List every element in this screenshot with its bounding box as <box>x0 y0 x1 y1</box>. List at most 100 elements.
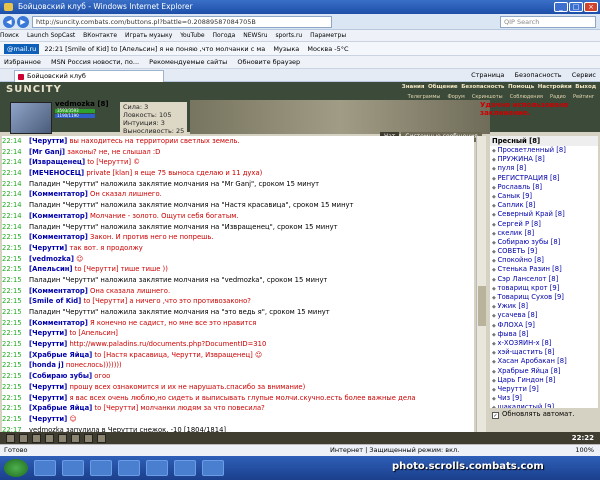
chat-timestamp[interactable]: 22:15 <box>2 403 29 414</box>
toolbar-item[interactable]: Поиск <box>0 32 19 39</box>
taskbar-icon[interactable] <box>202 460 224 476</box>
player-nick[interactable]: vedmozka [8] <box>55 100 109 108</box>
menu-item[interactable]: Знания <box>402 84 425 94</box>
chat-nick[interactable]: [МЕЧЕНОСЕЦ] <box>29 169 84 177</box>
chat-nick[interactable]: [Извращенец] <box>29 158 85 166</box>
user-list-item[interactable]: Сэр Ланселот [8] <box>490 275 598 284</box>
chat-nick[interactable]: [Комментатор] <box>29 287 88 295</box>
taskbar-icon[interactable] <box>34 460 56 476</box>
menu-item[interactable]: Безопасность <box>461 84 504 94</box>
start-button[interactable] <box>4 459 28 477</box>
chat-nick[interactable]: [Апельсин] <box>29 265 73 273</box>
chat-nick[interactable]: [Собираю зубы] <box>29 372 92 380</box>
chat-timestamp[interactable]: 22:15 <box>2 318 29 329</box>
user-list-item[interactable]: Собираю зубы [8] <box>490 238 598 247</box>
chat-timestamp[interactable]: 22:15 <box>2 264 29 275</box>
user-list-item[interactable]: Чиз [9] <box>490 394 598 403</box>
user-list-item[interactable]: усачева [8] <box>490 311 598 320</box>
bar-icon[interactable] <box>45 433 54 443</box>
chat-nick[interactable]: [Черутти] <box>29 394 67 402</box>
page-menu[interactable]: Страница <box>471 71 504 79</box>
chat-nick[interactable]: [Mr Ganj] <box>29 148 65 156</box>
close-button[interactable]: × <box>584 2 598 12</box>
chat-timestamp[interactable]: 22:15 <box>2 371 29 382</box>
chat-timestamp[interactable]: 22:15 <box>2 339 29 350</box>
user-list-item[interactable]: Спокойно [8] <box>490 256 598 265</box>
chat-timestamp[interactable]: 22:14 <box>2 179 29 190</box>
menu-item[interactable]: Помощь <box>508 84 534 94</box>
chat-timestamp[interactable]: 22:15 <box>2 275 29 286</box>
user-list-title[interactable]: Пресный [8] <box>490 136 598 146</box>
browser-tab[interactable]: Бойцовский клуб <box>14 70 164 82</box>
favorite-link[interactable]: Обновите браузер <box>237 58 300 66</box>
user-list-item[interactable]: Рославль [8] <box>490 183 598 192</box>
chat-nick[interactable]: [Храбрые Яйца] <box>29 404 92 412</box>
favorite-link[interactable]: MSN Россия новости, по... <box>51 58 139 66</box>
chat-timestamp[interactable]: 22:15 <box>2 382 29 393</box>
user-list-item[interactable]: РЕГИСТРАЦИЯ [8] <box>490 174 598 183</box>
taskbar-icon[interactable] <box>62 460 84 476</box>
user-list-item[interactable]: хэй-щастить [8] <box>490 348 598 357</box>
user-list-item[interactable]: СОВЕТЬ [9] <box>490 247 598 256</box>
chat-nick[interactable]: [Комментатор] <box>29 212 88 220</box>
bar-icon[interactable] <box>19 433 28 443</box>
user-list-item[interactable]: Северный Край [8] <box>490 210 598 219</box>
chat-timestamp[interactable]: 22:15 <box>2 393 29 404</box>
taskbar-icon[interactable] <box>174 460 196 476</box>
user-list-item[interactable]: х-ХОЗЯИН-х [8] <box>490 339 598 348</box>
chat-timestamp[interactable]: 22:15 <box>2 243 29 254</box>
chat-timestamp[interactable]: 22:14 <box>2 222 29 233</box>
user-list-item[interactable]: Хасан Аробакан [8] <box>490 357 598 366</box>
user-list-item[interactable]: Саплик [8] <box>490 201 598 210</box>
chat-timestamp[interactable]: 22:14 <box>2 136 29 147</box>
user-list-item[interactable]: фыва [8] <box>490 330 598 339</box>
user-list-item[interactable]: пуля [8] <box>490 164 598 173</box>
user-list-item[interactable]: Товарищ Сухов [9] <box>490 293 598 302</box>
chat-nick[interactable]: [Комментатор] <box>29 190 88 198</box>
url-input[interactable]: http://suncity.combats.com/buttons.pl?ba… <box>32 16 332 28</box>
favorite-link[interactable]: Рекомендуемые сайты <box>149 58 227 66</box>
chat-timestamp[interactable]: 22:15 <box>2 296 29 307</box>
chat-timestamp[interactable]: 22:15 <box>2 232 29 243</box>
user-list-item[interactable]: ФЛОХА [9] <box>490 321 598 330</box>
user-list-item[interactable]: ПРУЖИНА [8] <box>490 155 598 164</box>
toolbar-item[interactable]: Параметры <box>310 32 346 39</box>
user-list-item[interactable]: Санык [9] <box>490 192 598 201</box>
favorites-button[interactable]: Избранное <box>4 58 41 66</box>
chat-scrollbar[interactable] <box>476 136 486 432</box>
taskbar-icon[interactable] <box>90 460 112 476</box>
bar-icon[interactable] <box>84 433 93 443</box>
chat-timestamp[interactable]: 22:14 <box>2 157 29 168</box>
chat-timestamp[interactable]: 22:14 <box>2 189 29 200</box>
chat-timestamp[interactable]: 22:15 <box>2 328 29 339</box>
tools-menu[interactable]: Сервис <box>572 71 596 79</box>
toolbar-item[interactable]: ВКонтакте <box>83 32 117 39</box>
security-menu[interactable]: Безопасность <box>515 71 562 79</box>
maximize-button[interactable]: □ <box>569 2 583 12</box>
user-list-item[interactable]: Храбрые Яйца [8] <box>490 367 598 376</box>
user-list-item[interactable]: Ужик [8] <box>490 302 598 311</box>
back-icon[interactable]: ◀ <box>3 16 15 28</box>
forward-icon[interactable]: ▶ <box>17 16 29 28</box>
chat-nick[interactable]: [Черутти] <box>29 340 67 348</box>
chat-nick[interactable]: [Smile of Kid] <box>29 297 81 305</box>
chat-nick[interactable]: [vedmozka] <box>29 255 74 263</box>
chat-timestamp[interactable]: 22:15 <box>2 307 29 318</box>
chat-nick[interactable]: [honda j] <box>29 361 64 369</box>
scroll-thumb[interactable] <box>478 286 486 326</box>
chat-timestamp[interactable]: 22:15 <box>2 360 29 371</box>
search-input[interactable]: QIP Search <box>500 16 596 28</box>
taskbar-icon[interactable] <box>146 460 168 476</box>
user-list-item[interactable]: товарищ крот [9] <box>490 284 598 293</box>
chat-timestamp[interactable]: 22:15 <box>2 350 29 361</box>
bar-icon[interactable] <box>6 433 15 443</box>
user-list-item[interactable]: Просветленный [8] <box>490 146 598 155</box>
bar-icon[interactable] <box>71 433 80 443</box>
music-button[interactable]: Музыка <box>273 45 299 53</box>
chat-nick[interactable]: [Храбрые Яйца] <box>29 351 92 359</box>
bar-icon[interactable] <box>58 433 67 443</box>
chat-timestamp[interactable]: 22:14 <box>2 168 29 179</box>
chat-timestamp[interactable]: 22:14 <box>2 211 29 222</box>
auto-refresh-toggle[interactable]: ✓ Обновлять автомат. <box>490 408 598 420</box>
chat-nick[interactable]: [Черутти] <box>29 137 67 145</box>
